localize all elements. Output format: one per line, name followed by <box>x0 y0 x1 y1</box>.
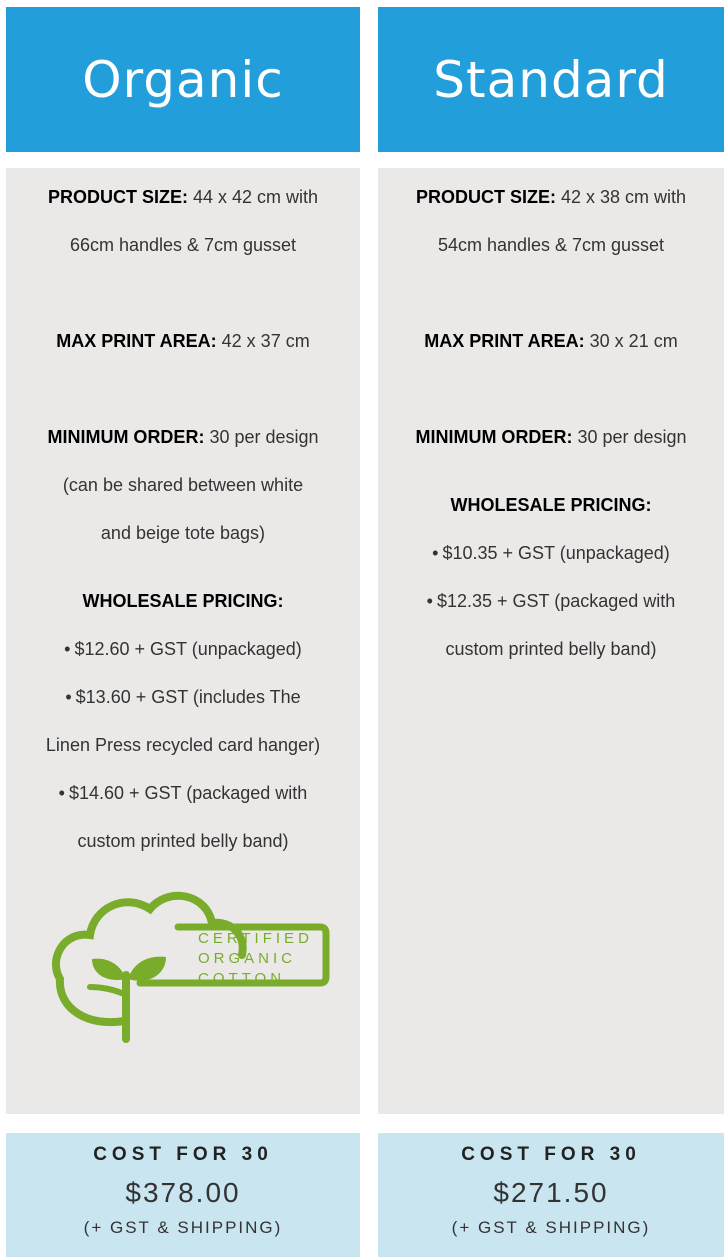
standard-cost-box: COST FOR 30 $271.50 (+ GST & SHIPPING) <box>378 1133 724 1257</box>
standard-column: Standard PRODUCT SIZE: 42 x 38 cm with 5… <box>378 7 724 1257</box>
min-order-value: 30 per design <box>209 427 319 447</box>
organic-header: Organic <box>6 7 360 152</box>
standard-product-size: PRODUCT SIZE: 42 x 38 cm with <box>378 173 724 221</box>
max-print-value: 30 x 21 cm <box>589 331 678 351</box>
min-order-note-1: (can be shared between white <box>62 475 304 495</box>
organic-min-order: MINIMUM ORDER: 30 per design <box>6 413 360 461</box>
logo-lettering: CERTIFIED ORGANIC COTTON <box>198 930 313 987</box>
cost-value: $378.00 <box>125 1177 241 1208</box>
pricing-item: $12.60 + GST (unpackaged) <box>6 625 360 673</box>
standard-details: PRODUCT SIZE: 42 x 38 cm with 54cm handl… <box>378 168 724 1114</box>
pricing-item-continued: custom printed belly band) <box>445 639 657 659</box>
organic-product-size: PRODUCT SIZE: 44 x 42 cm with <box>6 173 360 221</box>
max-print-label: MAX PRINT AREA: <box>56 331 217 351</box>
pricing-item: $12.35 + GST (packaged with <box>378 577 724 625</box>
cost-note: (+ GST & SHIPPING) <box>83 1218 283 1237</box>
pricing-item-continued: Linen Press recycled card hanger) <box>45 735 321 755</box>
product-size-label: PRODUCT SIZE: <box>47 187 188 207</box>
product-size-label: PRODUCT SIZE: <box>415 187 556 207</box>
pricing-item-continued: custom printed belly band) <box>77 831 289 851</box>
cost-title: COST FOR 30 <box>93 1144 273 1165</box>
product-size-detail: 66cm handles & 7cm gusset <box>69 235 297 255</box>
wholesale-pricing-title: WHOLESALE PRICING: <box>82 591 284 611</box>
product-size-detail: 54cm handles & 7cm gusset <box>437 235 665 255</box>
cost-value: $271.50 <box>493 1177 609 1208</box>
standard-max-print: MAX PRINT AREA: 30 x 21 cm <box>378 317 724 365</box>
wholesale-pricing-title: WHOLESALE PRICING: <box>450 495 652 515</box>
organic-column: Organic PRODUCT SIZE: 44 x 42 cm with 66… <box>6 7 360 1257</box>
standard-header: Standard <box>378 7 724 152</box>
organic-details: PRODUCT SIZE: 44 x 42 cm with 66cm handl… <box>6 168 360 1114</box>
organic-title: Organic <box>82 50 284 109</box>
organic-cost-box: COST FOR 30 $378.00 (+ GST & SHIPPING) <box>6 1133 360 1257</box>
min-order-label: MINIMUM ORDER: <box>415 427 573 447</box>
min-order-label: MINIMUM ORDER: <box>47 427 205 447</box>
pricing-item: $10.35 + GST (unpackaged) <box>378 529 724 577</box>
cost-title: COST FOR 30 <box>461 1144 641 1165</box>
product-size-value: 44 x 42 cm with <box>192 187 319 207</box>
pricing-item: $14.60 + GST (packaged with <box>6 769 360 817</box>
standard-title: Standard <box>433 50 669 109</box>
cost-note: (+ GST & SHIPPING) <box>451 1218 651 1237</box>
min-order-note-2: and beige tote bags) <box>100 523 266 543</box>
max-print-value: 42 x 37 cm <box>221 331 310 351</box>
organic-max-print: MAX PRINT AREA: 42 x 37 cm <box>6 317 360 365</box>
standard-min-order: MINIMUM ORDER: 30 per design <box>378 413 724 461</box>
max-print-label: MAX PRINT AREA: <box>424 331 585 351</box>
certified-organic-cotton-logo: CERTIFIED ORGANIC COTTON <box>28 879 338 1049</box>
min-order-value: 30 per design <box>577 427 687 447</box>
pricing-item: $13.60 + GST (includes The <box>6 673 360 721</box>
product-size-value: 42 x 38 cm with <box>560 187 687 207</box>
